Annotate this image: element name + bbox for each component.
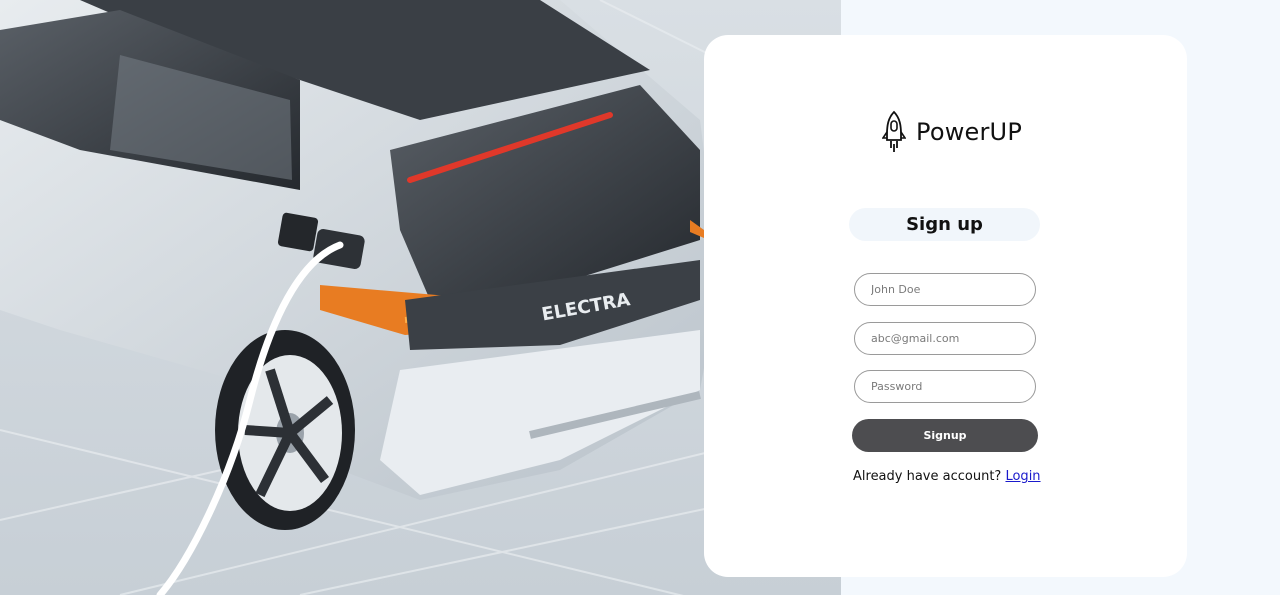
password-field[interactable] bbox=[854, 370, 1036, 403]
login-prompt-text: Already have account? bbox=[853, 469, 1002, 484]
brand-logo: PowerUP bbox=[882, 110, 1022, 154]
login-prompt: Already have account? Login bbox=[853, 469, 1041, 484]
signup-card: PowerUP Sign up Signup Already have acco… bbox=[704, 35, 1187, 577]
brand-name: PowerUP bbox=[916, 118, 1023, 146]
rocket-plug-logo-icon bbox=[882, 110, 906, 152]
signup-page: ELECTRA PowerUP Sign up John Doe abc@gma… bbox=[0, 0, 1280, 595]
page-title: Sign up bbox=[849, 208, 1040, 241]
email-field[interactable] bbox=[854, 322, 1036, 355]
name-field[interactable] bbox=[854, 273, 1036, 306]
login-link[interactable]: Login bbox=[1005, 469, 1040, 484]
signup-button[interactable]: Signup bbox=[852, 419, 1038, 452]
